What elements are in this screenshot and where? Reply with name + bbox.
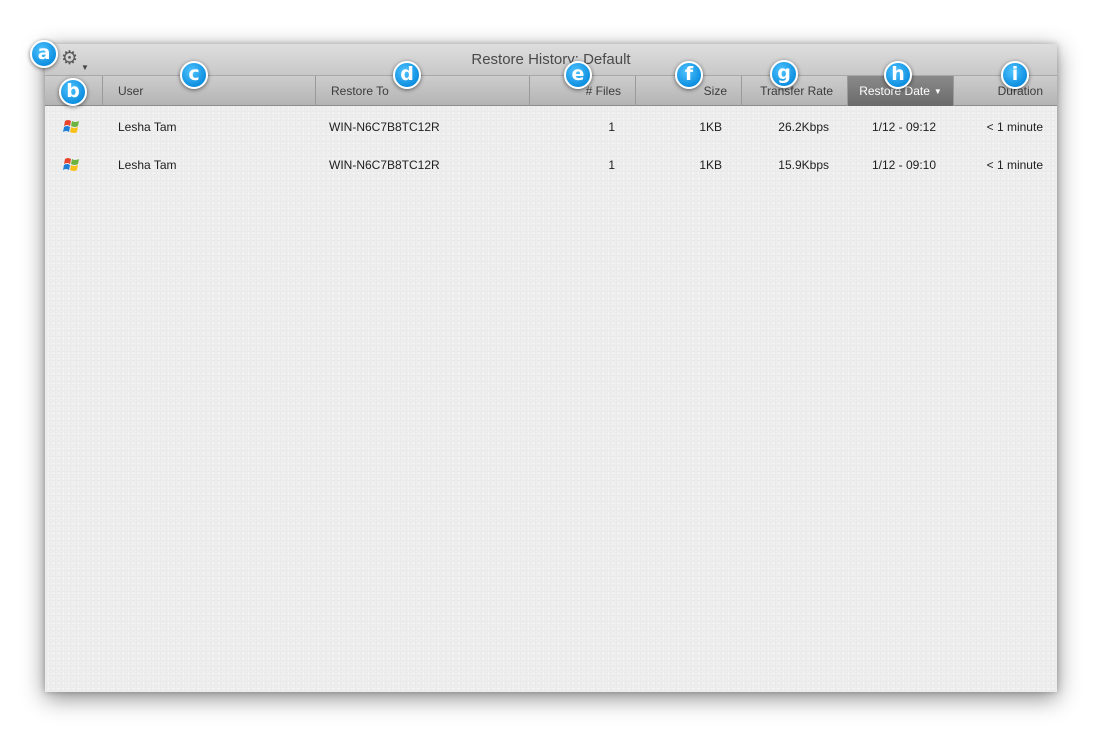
callout-b: b bbox=[59, 78, 87, 106]
callout-g: g bbox=[770, 60, 798, 88]
table-row[interactable]: Lesha Tam WIN-N6C7B8TC12R 1 1KB 15.9Kbps… bbox=[45, 146, 1057, 184]
sort-descending-icon: ▼ bbox=[933, 87, 942, 96]
cell-files: 1 bbox=[608, 158, 615, 172]
cell-size: 1KB bbox=[699, 158, 722, 172]
column-header-user[interactable]: User bbox=[103, 76, 316, 106]
cell-user: Lesha Tam bbox=[118, 158, 177, 172]
cell-duration: < 1 minute bbox=[986, 158, 1043, 172]
callout-e: e bbox=[564, 61, 592, 89]
callout-h: h bbox=[884, 61, 912, 89]
cell-restore-date: 1/12 - 09:12 bbox=[871, 120, 937, 134]
cell-duration: < 1 minute bbox=[986, 120, 1043, 134]
cell-restore-to: WIN-N6C7B8TC12R bbox=[329, 120, 440, 134]
windows-icon bbox=[63, 120, 79, 133]
restore-history-window: ⚙ ▼ Restore History: Default User Restore… bbox=[45, 44, 1057, 692]
cell-transfer-rate: 15.9Kbps bbox=[778, 158, 829, 172]
windows-icon bbox=[63, 158, 79, 171]
callout-a: a bbox=[30, 40, 58, 68]
table-row[interactable]: Lesha Tam WIN-N6C7B8TC12R 1 1KB 26.2Kbps… bbox=[45, 108, 1057, 146]
column-header-restore-to[interactable]: Restore To bbox=[316, 76, 530, 106]
callout-i: i bbox=[1001, 61, 1029, 89]
callout-f: f bbox=[675, 61, 703, 89]
cell-restore-to: WIN-N6C7B8TC12R bbox=[329, 158, 440, 172]
cell-transfer-rate: 26.2Kbps bbox=[778, 120, 829, 134]
cell-user: Lesha Tam bbox=[118, 120, 177, 134]
cell-files: 1 bbox=[608, 120, 615, 134]
cell-size: 1KB bbox=[699, 120, 722, 134]
callout-c: c bbox=[180, 61, 208, 89]
callout-d: d bbox=[393, 61, 421, 89]
cell-restore-date: 1/12 - 09:10 bbox=[871, 158, 937, 172]
